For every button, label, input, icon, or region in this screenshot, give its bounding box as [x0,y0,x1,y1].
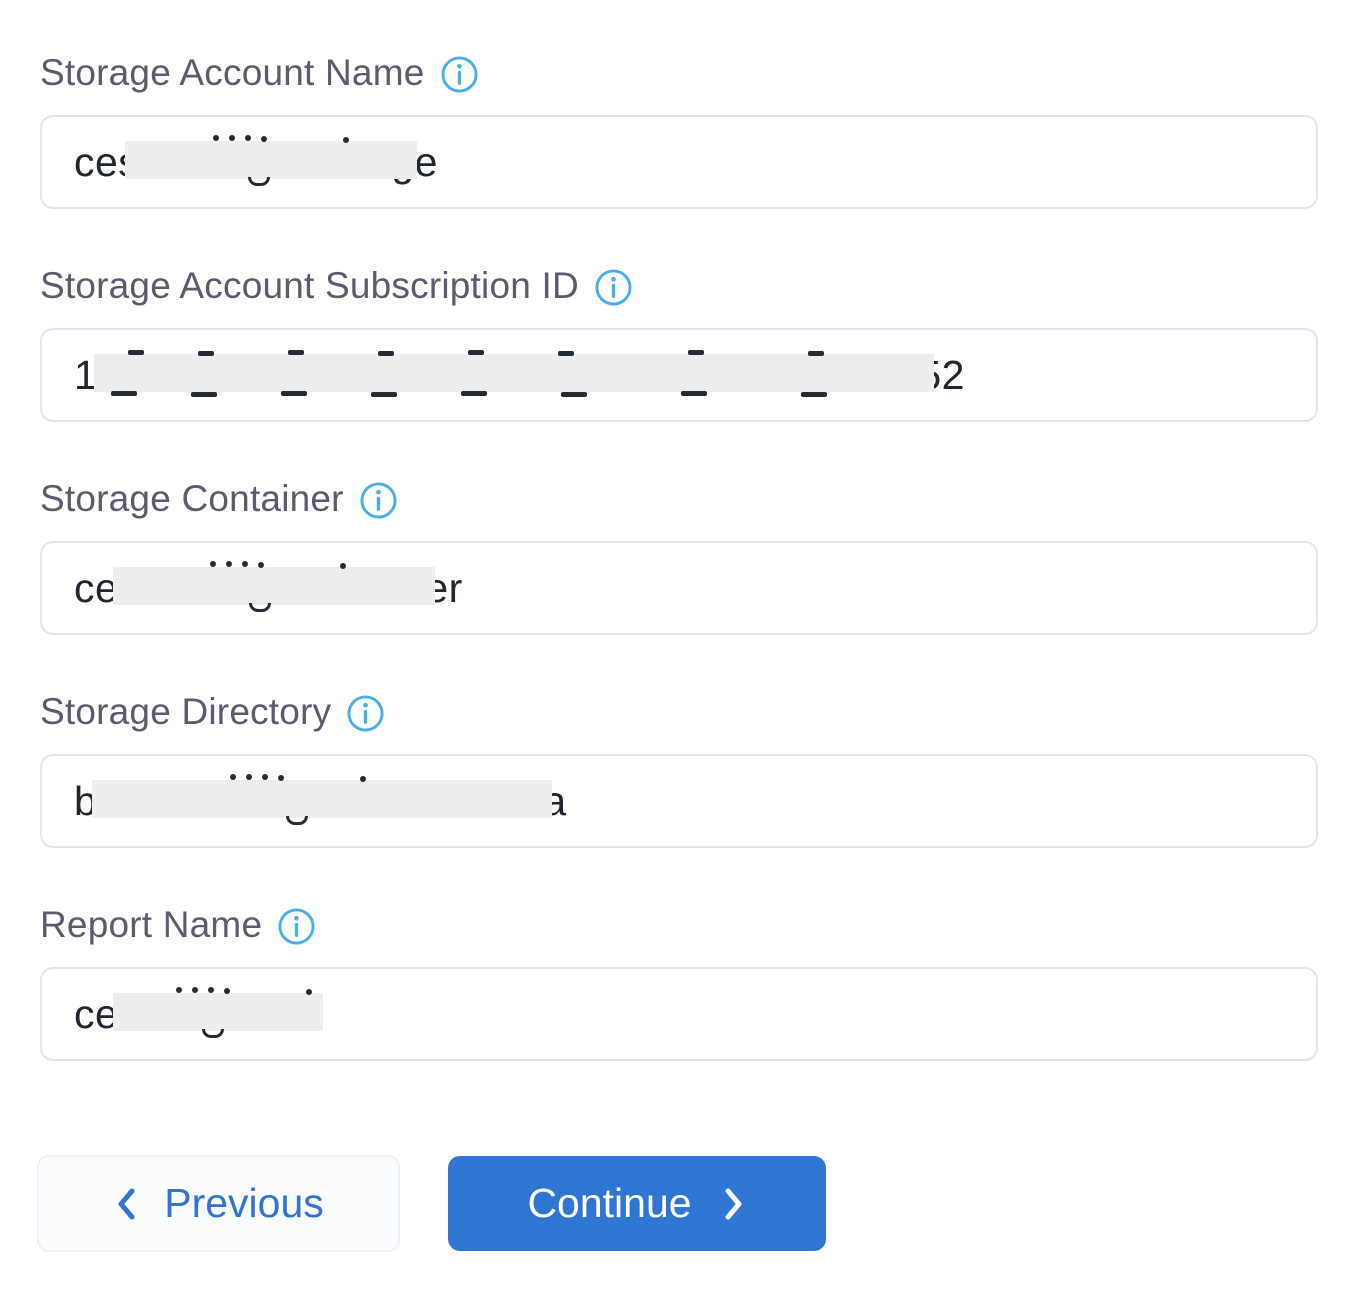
storage-account-name-label-text: Storage Account Name [40,52,425,94]
continue-button[interactable]: Continue [448,1156,826,1251]
field-storage-account-name: Storage Account Name ces ge [40,52,1318,209]
field-storage-account-subscription-id: Storage Account Subscription ID 1 52 [40,265,1318,422]
storage-account-name-input[interactable]: ces ge [40,115,1318,209]
field-report-name: Report Name ce t [40,904,1318,1061]
storage-directory-label: Storage Directory [40,691,1318,733]
redaction-box [125,141,417,179]
input-value-prefix: ce [74,991,118,1038]
info-icon[interactable] [359,481,398,520]
storage-settings-form: Storage Account Name ces ge Storage Acco… [0,0,1358,1252]
redaction-box [94,354,934,392]
continue-button-label: Continue [527,1180,691,1227]
redaction-box [113,993,323,1031]
info-icon[interactable] [346,694,385,733]
previous-button-label: Previous [164,1180,324,1227]
redaction-box [113,567,435,605]
redaction-box [92,780,552,818]
field-storage-container: Storage Container ce er [40,478,1318,635]
storage-account-subscription-id-label-text: Storage Account Subscription ID [40,265,579,307]
info-icon[interactable] [440,55,479,94]
storage-container-label-text: Storage Container [40,478,344,520]
info-icon[interactable] [594,268,633,307]
storage-container-label: Storage Container [40,478,1318,520]
chevron-left-icon [113,1184,140,1224]
report-name-input[interactable]: ce t [40,967,1318,1061]
report-name-label: Report Name [40,904,1318,946]
previous-button[interactable]: Previous [37,1155,400,1252]
report-name-label-text: Report Name [40,904,262,946]
form-navigation: Previous Continue [40,1155,1318,1252]
storage-account-subscription-id-label: Storage Account Subscription ID [40,265,1318,307]
storage-account-subscription-id-input[interactable]: 1 52 [40,328,1318,422]
input-value-prefix: ce [74,565,118,612]
storage-directory-input[interactable]: b a [40,754,1318,848]
storage-directory-label-text: Storage Directory [40,691,331,733]
storage-account-name-label: Storage Account Name [40,52,1318,94]
field-storage-directory: Storage Directory b a [40,691,1318,848]
chevron-right-icon [720,1184,747,1224]
storage-container-input[interactable]: ce er [40,541,1318,635]
info-icon[interactable] [277,907,316,946]
